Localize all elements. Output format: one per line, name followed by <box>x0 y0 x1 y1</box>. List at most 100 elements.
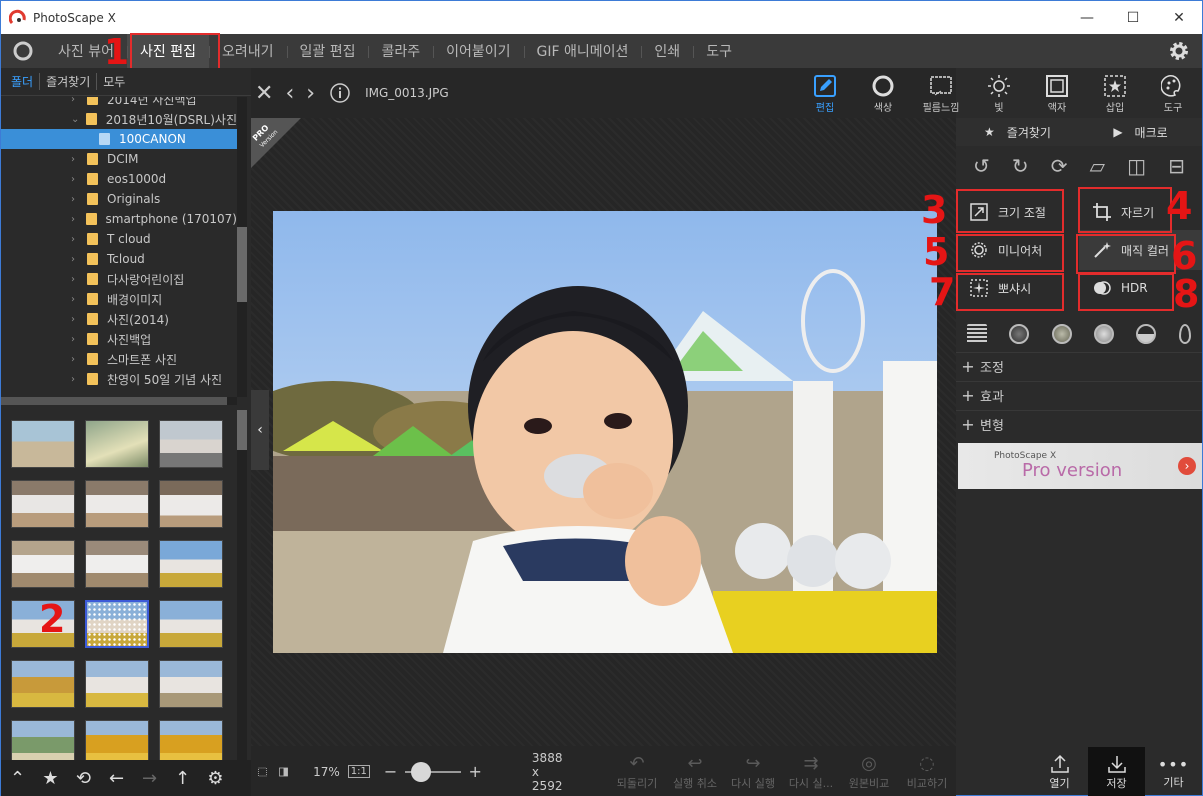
home-button[interactable] <box>1 34 45 68</box>
one-to-one-button[interactable]: 1:1 <box>347 765 370 778</box>
menu-collage[interactable]: 콜라주 <box>368 34 433 68</box>
prev-icon[interactable]: ‹ <box>285 81 294 106</box>
menu-combine[interactable]: 이어붙이기 <box>433 34 523 68</box>
thumbnail[interactable] <box>85 720 149 760</box>
pro-version-banner[interactable]: PhotoScape X Pro version › <box>958 443 1202 489</box>
close-icon[interactable]: ✕ <box>255 81 273 106</box>
tree-item[interactable]: › 다사랑어린이집 <box>1 269 237 289</box>
toolbar-edit[interactable]: 편집 <box>796 73 854 114</box>
tree-item[interactable]: › Tcloud <box>1 249 237 269</box>
section-transform[interactable]: + 변형 <box>956 410 1202 438</box>
zoom-in-button[interactable]: + <box>469 762 482 781</box>
thumbnail[interactable] <box>11 540 75 588</box>
zoom-slider-knob[interactable] <box>410 761 431 782</box>
thumbnail[interactable] <box>159 720 223 760</box>
menu-print[interactable]: 인쇄 <box>641 34 693 68</box>
thumbnail[interactable] <box>159 660 223 708</box>
tree-item[interactable]: › 사진(2014) <box>1 309 237 329</box>
thumbnail[interactable] <box>159 420 223 468</box>
revert-button[interactable]: ↶ 되돌리기 <box>608 753 666 791</box>
levels-icon[interactable] <box>967 324 988 344</box>
preset-light-icon[interactable] <box>1094 324 1115 344</box>
thumbnail-scrollbar[interactable] <box>237 410 247 760</box>
flip-vertical-icon[interactable]: ⊟ <box>1168 154 1185 178</box>
maximize-button[interactable]: ☐ <box>1110 1 1156 34</box>
toolbar-film[interactable]: 필름느낌 <box>912 73 970 114</box>
tab-folders[interactable]: 폴더 <box>11 73 39 90</box>
section-adjust[interactable]: + 조정 <box>956 352 1202 380</box>
tree-scroll-thumb[interactable] <box>237 227 247 302</box>
save-button[interactable]: 저장 <box>1088 747 1145 796</box>
tree-item[interactable]: › T cloud <box>1 229 237 249</box>
tree-item[interactable]: › smartphone (170107) <box>1 209 237 229</box>
tree-item[interactable]: › 사진백업 <box>1 329 237 349</box>
settings-icon[interactable]: ⚙ <box>199 760 232 796</box>
tree-item[interactable]: ⌄ 2018년10월(DSRL)사진 <box>1 109 237 129</box>
toolbar-insert[interactable]: 삽입 <box>1086 73 1144 114</box>
compare-button[interactable]: ◌ 비교하기 <box>898 753 956 791</box>
thumb-scroll-thumb[interactable] <box>237 410 247 450</box>
collapse-left-panel-button[interactable]: ‹ <box>251 390 269 470</box>
selection-icon[interactable] <box>257 761 268 783</box>
toolbar-color[interactable]: 색상 <box>854 73 912 114</box>
photo-image[interactable] <box>273 211 937 653</box>
tree-item[interactable]: › 2014년 사진백업 <box>1 97 237 109</box>
macro-button[interactable]: ▶ 매크로 <box>1079 124 1202 141</box>
thumbnail[interactable] <box>85 540 149 588</box>
more-button[interactable]: ••• 기타 <box>1145 747 1202 796</box>
toolbar-frame[interactable]: 액자 <box>1028 73 1086 114</box>
drop-icon[interactable] <box>1178 324 1191 344</box>
back-arrow-icon[interactable]: ← <box>100 760 133 796</box>
tree-scrollbar[interactable] <box>237 97 247 397</box>
open-button[interactable]: 열기 <box>1031 747 1088 796</box>
thumbnail[interactable] <box>11 420 75 468</box>
thumbnail[interactable] <box>159 540 223 588</box>
forward-arrow-icon[interactable]: → <box>133 760 166 796</box>
canvas-area[interactable]: PRO Version ‹ <box>251 118 956 746</box>
close-button[interactable]: ✕ <box>1156 1 1202 34</box>
thumbnail[interactable] <box>11 720 75 760</box>
tree-item[interactable]: › 스마트폰 사진 <box>1 349 237 369</box>
menu-cut-out[interactable]: 오려내기 <box>208 34 287 68</box>
thumbnail[interactable] <box>159 480 223 528</box>
menu-batch-edit[interactable]: 일괄 편집 <box>286 34 369 68</box>
rotate-left-icon[interactable]: ↺ <box>973 154 990 178</box>
tree-horizontal-scrollbar[interactable] <box>1 397 237 405</box>
hscroll-thumb[interactable] <box>1 397 227 405</box>
up-arrow-icon[interactable]: ↑ <box>166 760 199 796</box>
undo-button[interactable]: ↩ 실행 취소 <box>666 753 724 791</box>
redo-button[interactable]: ↪ 다시 실행 <box>724 753 782 791</box>
section-effects[interactable]: + 효과 <box>956 381 1202 409</box>
thumbnail[interactable] <box>11 660 75 708</box>
compare-split-icon[interactable] <box>278 761 289 783</box>
tree-item-selected[interactable]: 100CANON <box>1 129 237 149</box>
original-compare-button[interactable]: ◎ 원본비교 <box>840 753 898 791</box>
tab-favorites[interactable]: 즐겨찾기 <box>39 73 96 90</box>
thumbnail[interactable] <box>11 480 75 528</box>
thumbnail[interactable] <box>85 660 149 708</box>
tree-item[interactable]: › Originals <box>1 189 237 209</box>
thumbnail[interactable] <box>85 420 149 468</box>
preset-warm-icon[interactable] <box>1051 324 1072 344</box>
zoom-slider[interactable] <box>405 761 461 782</box>
preset-half-icon[interactable] <box>1136 324 1157 344</box>
straighten-icon[interactable]: ▱ <box>1090 154 1105 178</box>
menu-gif-animation[interactable]: GIF 애니메이션 <box>523 34 642 68</box>
toolbar-tools[interactable]: 도구 <box>1144 73 1202 114</box>
minimize-button[interactable]: — <box>1064 1 1110 34</box>
tree-item[interactable]: › 찬영이 50일 기념 사진 <box>1 369 237 389</box>
rotate-right-icon[interactable]: ↻ <box>1012 154 1029 178</box>
preset-dark-icon[interactable] <box>1009 324 1030 344</box>
favorites-button[interactable]: ★ 즐겨찾기 <box>956 124 1079 141</box>
toolbar-light[interactable]: 빛 <box>970 73 1028 114</box>
thumbnail-selected[interactable] <box>85 600 149 648</box>
redo-all-button[interactable]: ⇉ 다시 실... <box>782 753 840 791</box>
tree-item[interactable]: › eos1000d <box>1 169 237 189</box>
zoom-out-button[interactable]: − <box>384 762 397 781</box>
flip-horizontal-icon[interactable]: ◫ <box>1127 154 1146 178</box>
tree-item[interactable]: › 배경이미지 <box>1 289 237 309</box>
thumbnail[interactable] <box>159 600 223 648</box>
next-icon[interactable]: › <box>306 81 315 106</box>
tree-item[interactable]: › DCIM <box>1 149 237 169</box>
info-icon[interactable] <box>329 82 351 104</box>
